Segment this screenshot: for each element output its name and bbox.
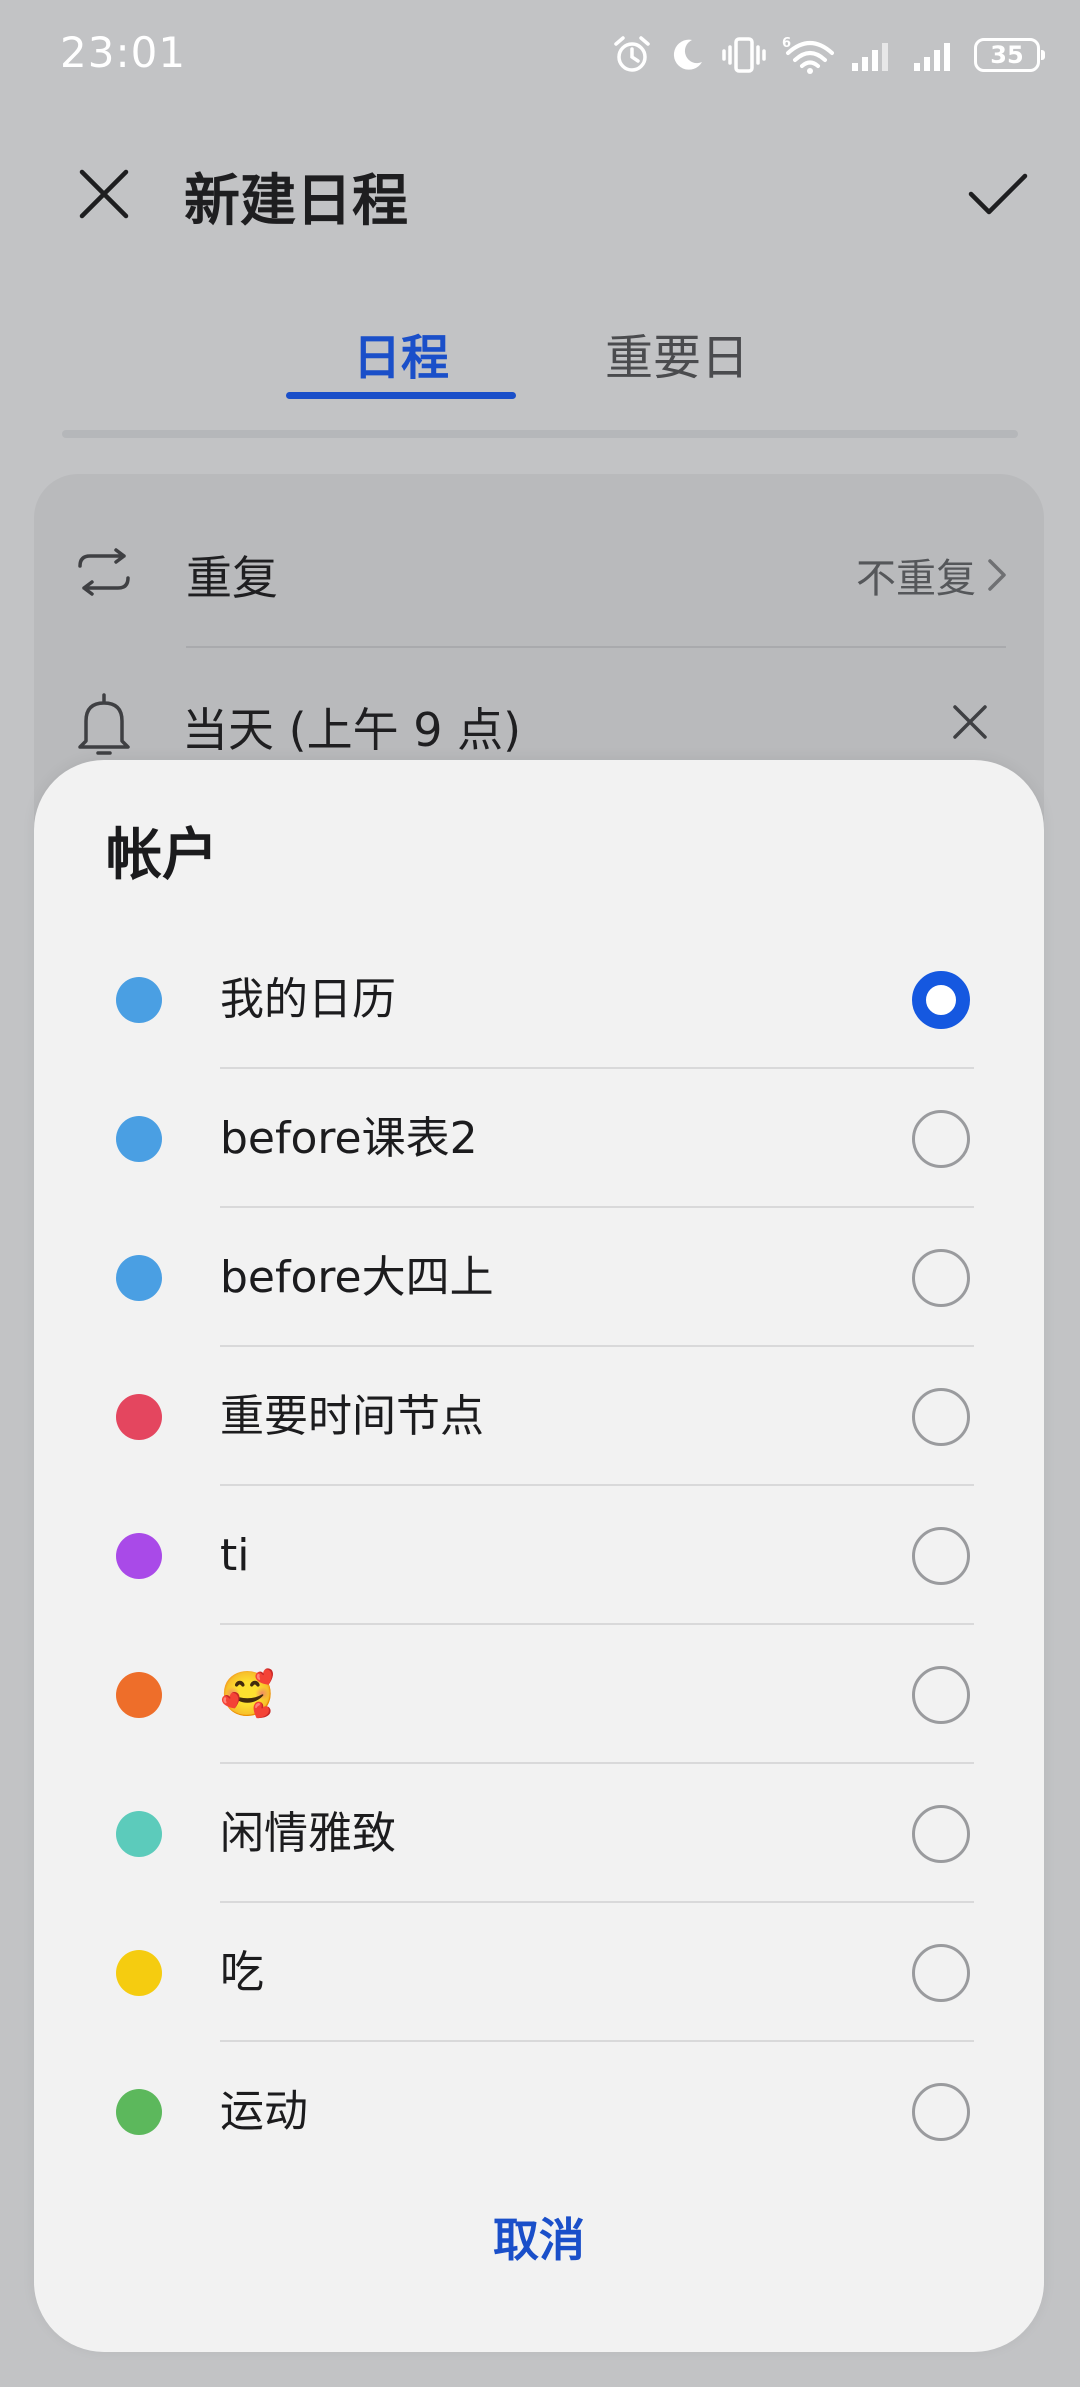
account-color-dot: [116, 1811, 162, 1857]
account-color-dot: [116, 1116, 162, 1162]
list-item[interactable]: 我的日历: [34, 930, 1044, 1069]
account-color-dot: [116, 977, 162, 1023]
account-radio[interactable]: [912, 1527, 970, 1585]
alarm-icon: [612, 35, 652, 75]
list-item[interactable]: 🥰: [34, 1625, 1044, 1764]
cancel-button[interactable]: 取消: [34, 2190, 1044, 2290]
account-color-dot: [116, 1950, 162, 1996]
list-item[interactable]: before大四上: [34, 1208, 1044, 1347]
account-name: 🥰: [220, 1669, 275, 1720]
chevron-right-icon: [988, 559, 1006, 591]
account-radio[interactable]: [912, 1249, 970, 1307]
account-color-dot: [116, 1533, 162, 1579]
repeat-label: 重复: [186, 551, 278, 605]
account-radio[interactable]: [912, 1666, 970, 1724]
status-time: 23:01: [60, 28, 187, 77]
page-title: 新建日程: [184, 169, 408, 234]
account-color-dot: [116, 1394, 162, 1440]
signal-icon: [912, 37, 958, 73]
app-bar: 新建日程: [0, 120, 1080, 260]
account-radio[interactable]: [912, 1388, 970, 1446]
account-name: 吃: [220, 1947, 264, 1998]
close-icon: [79, 169, 129, 219]
account-list: 我的日历 before课表2 before大四上 重要时间节点 ti 🥰 闲情雅…: [34, 930, 1044, 2181]
list-item[interactable]: 重要时间节点: [34, 1347, 1044, 1486]
status-icons: 6 35: [612, 32, 1045, 78]
moon-icon: [668, 36, 706, 74]
list-item[interactable]: 运动: [34, 2042, 1044, 2181]
tab-schedule[interactable]: 日程: [286, 318, 516, 388]
wifi-6-icon: 6: [782, 35, 834, 75]
list-item[interactable]: ti: [34, 1486, 1044, 1625]
account-radio[interactable]: [912, 1110, 970, 1168]
battery-icon: 35: [974, 38, 1045, 72]
tab-important-day[interactable]: 重要日: [562, 318, 792, 388]
repeat-value-text: 不重复: [856, 556, 976, 602]
reminder-clear-button[interactable]: [940, 692, 1000, 752]
account-color-dot: [116, 2089, 162, 2135]
close-icon: [953, 705, 987, 739]
status-bar: 23:01 6 35: [0, 0, 1080, 110]
account-color-dot: [116, 1672, 162, 1718]
account-name: 闲情雅致: [220, 1808, 396, 1859]
battery-level: 35: [990, 41, 1024, 69]
account-name: 重要时间节点: [220, 1391, 484, 1442]
tab-bar: 日程 重要日: [0, 300, 1080, 410]
account-radio[interactable]: [912, 2083, 970, 2141]
repeat-value: 不重复: [856, 546, 1008, 604]
signal-icon: [850, 37, 896, 73]
account-name: ti: [220, 1530, 250, 1581]
account-name: before课表2: [220, 1113, 478, 1164]
account-sheet: 帐户 我的日历 before课表2 before大四上 重要时间节点 ti 🥰 …: [34, 760, 1044, 2352]
account-radio[interactable]: [912, 1944, 970, 2002]
account-color-dot: [116, 1255, 162, 1301]
repeat-row[interactable]: 重复 不重复: [34, 502, 1044, 642]
tab-indicator: [286, 392, 516, 399]
vibrate-icon: [722, 35, 766, 75]
account-name: 运动: [220, 2086, 308, 2137]
account-radio[interactable]: [912, 1805, 970, 1863]
sheet-title: 帐户: [106, 823, 218, 888]
list-item[interactable]: 闲情雅致: [34, 1764, 1044, 1903]
repeat-icon: [68, 536, 140, 608]
reminder-label: 当天 (上午 9 点): [182, 703, 522, 757]
bell-icon: [68, 688, 140, 760]
account-name: 我的日历: [220, 974, 396, 1025]
account-radio[interactable]: [912, 971, 970, 1029]
row-divider: [186, 646, 1006, 648]
list-item[interactable]: before课表2: [34, 1069, 1044, 1208]
check-icon: [968, 173, 1028, 215]
account-name: before大四上: [220, 1252, 494, 1303]
svg-text:6: 6: [782, 36, 791, 51]
confirm-button[interactable]: [960, 156, 1036, 232]
list-item[interactable]: 吃: [34, 1903, 1044, 2042]
close-button[interactable]: [68, 158, 140, 230]
tabs-divider: [62, 430, 1018, 438]
